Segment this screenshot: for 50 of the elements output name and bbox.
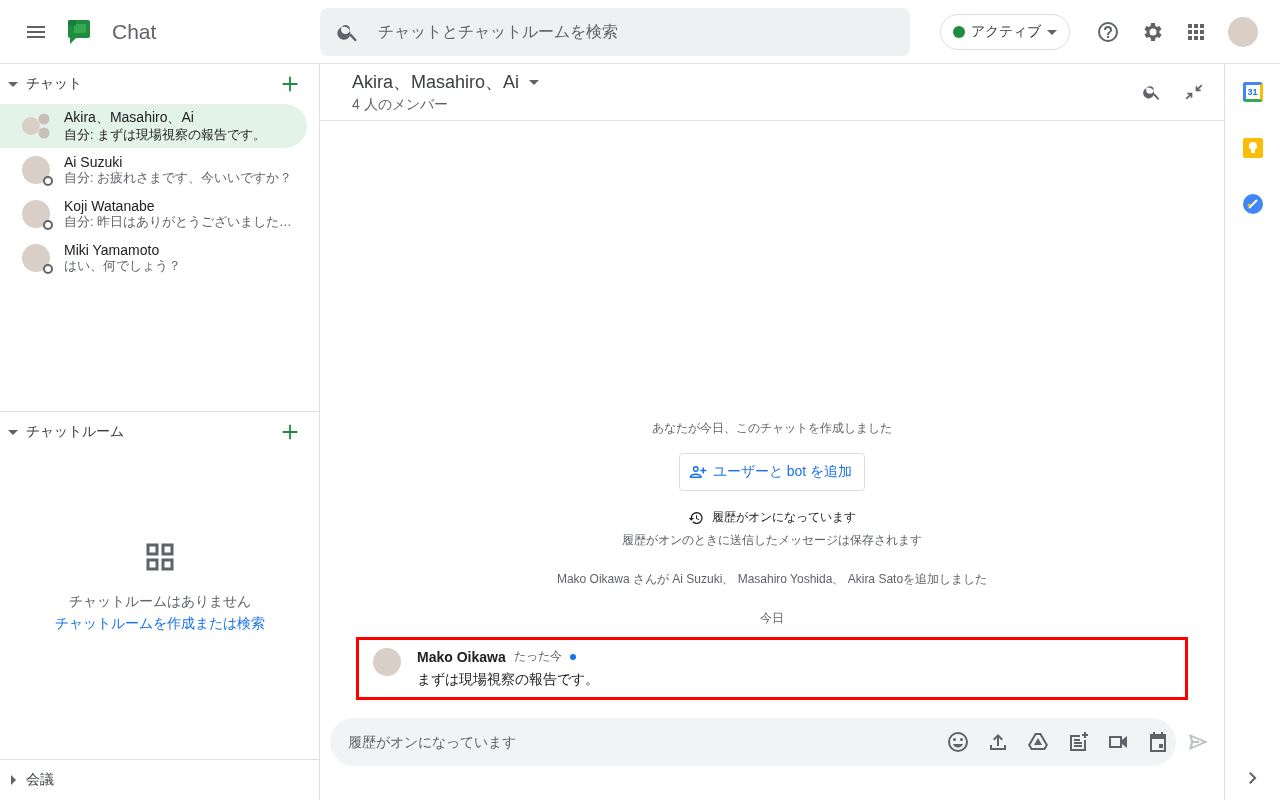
member-count: 4 人のメンバー bbox=[352, 96, 449, 114]
caret-icon bbox=[8, 427, 18, 437]
chat-name: Akira、Masahiro、Ai bbox=[64, 108, 195, 127]
date-divider: 今日 bbox=[760, 610, 784, 627]
person-add-icon bbox=[688, 463, 707, 481]
message-input[interactable]: 履歴がオンになっています bbox=[346, 733, 930, 751]
add-people-button[interactable]: ユーザーと bot を追加 bbox=[678, 453, 866, 491]
history-icon bbox=[688, 509, 704, 526]
conversation-title[interactable]: Akira、Masahiro、Ai bbox=[352, 70, 540, 94]
message-preview: はい、何でしょう？ bbox=[64, 257, 181, 275]
collapse-arrows-icon bbox=[1184, 82, 1204, 102]
avatar bbox=[373, 648, 401, 676]
check-app-icon[interactable] bbox=[1242, 194, 1263, 214]
empty-text: チャットルームはありません bbox=[68, 592, 251, 611]
chat-item[interactable]: Ai Suzuki 自分: お疲れさまです、今いいですか？ bbox=[0, 148, 307, 192]
chevron-right-icon bbox=[1246, 772, 1259, 784]
search-input[interactable]: チャットとチャットルームを検索 bbox=[376, 21, 894, 42]
status-dropdown[interactable]: アクティブ bbox=[940, 13, 1070, 50]
emoji-icon bbox=[946, 730, 970, 754]
caret-icon bbox=[8, 79, 18, 89]
history-status: 履歴がオンになっています bbox=[712, 509, 856, 526]
system-message: あなたが今日、このチャットを作成しました bbox=[652, 420, 892, 437]
chat-name: Ai Suzuki bbox=[64, 153, 124, 170]
message-text: まずは現場視察の報告です。 bbox=[417, 671, 599, 689]
expand-panel-button[interactable] bbox=[1246, 772, 1259, 784]
caret-icon bbox=[529, 77, 540, 87]
calendar-app-icon[interactable]: 31 bbox=[1242, 82, 1263, 102]
create-room-link[interactable]: チャットルームを作成または検索 bbox=[54, 614, 265, 633]
chat-name: Koji Watanabe bbox=[64, 197, 156, 214]
section-header[interactable]: チャット bbox=[8, 75, 82, 93]
search-field[interactable]: チャットとチャットルームを検索 bbox=[320, 7, 910, 56]
message-preview: 自分: お疲れさまです、今いいですか？ bbox=[64, 169, 292, 187]
message-time: たった今 bbox=[513, 648, 562, 665]
section-header[interactable]: チャットルーム bbox=[8, 423, 124, 441]
chat-item[interactable]: Koji Watanabe 自分: 昨日はありがとうございました… bbox=[0, 192, 307, 236]
chat-name: Miki Yamamoto bbox=[64, 241, 161, 258]
help-icon bbox=[1096, 19, 1120, 44]
message-preview: 自分: 昨日はありがとうございました… bbox=[64, 214, 292, 231]
system-message: Mako Oikawa さんが Ai Suzuki、 Masahiro Yoshida、 Akira Satoを追加しました bbox=[556, 571, 988, 588]
app-title: Chat bbox=[112, 19, 157, 44]
help-button[interactable] bbox=[1096, 19, 1120, 44]
history-note: 履歴がオンのときに送信したメッセージは保存されます bbox=[622, 532, 922, 549]
section-header[interactable]: 会議 bbox=[8, 771, 54, 789]
caret-icon bbox=[8, 775, 18, 785]
message-author: Mako Oikawa bbox=[417, 648, 506, 665]
message-preview: 自分: まずは現場視察の報告です。 bbox=[64, 126, 266, 144]
message-field[interactable]: 履歴がオンになっています bbox=[330, 718, 1176, 766]
collapse-button[interactable] bbox=[1184, 82, 1204, 102]
chat-item[interactable]: Akira、Masahiro、Ai 自分: まずは現場視察の報告です。 bbox=[0, 104, 307, 148]
chat-item[interactable]: Miki Yamamoto はい、何でしょう？ bbox=[0, 236, 307, 280]
